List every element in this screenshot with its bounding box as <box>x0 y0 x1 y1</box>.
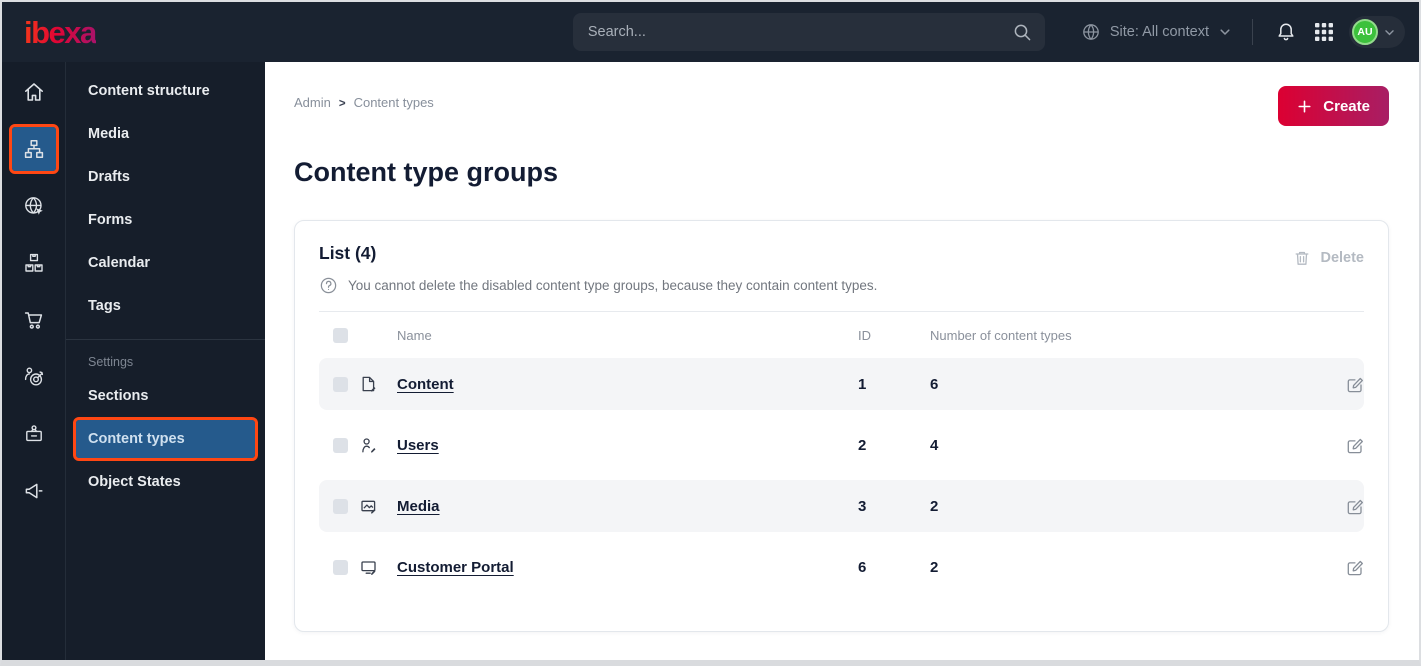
group-link[interactable]: Content <box>397 376 454 393</box>
search-icon[interactable] <box>1012 22 1032 42</box>
breadcrumb: Admin > Content types <box>294 86 434 110</box>
sidebar-item-drafts[interactable]: Drafts <box>76 158 255 196</box>
sidebar-item-content-structure[interactable]: Content structure <box>76 72 255 110</box>
row-checkbox[interactable] <box>333 559 348 575</box>
delete-button[interactable]: Delete <box>1293 249 1364 267</box>
home-icon[interactable] <box>12 70 56 114</box>
list-help-text: You cannot delete the disabled content t… <box>348 278 878 293</box>
commerce-cart-icon[interactable] <box>12 298 56 342</box>
breadcrumb-content-types: Content types <box>353 95 434 110</box>
content-type-groups-card: List (4) You cannot delete the disabled … <box>294 220 1389 632</box>
create-button[interactable]: Create <box>1278 86 1389 126</box>
group-count: 2 <box>930 497 939 515</box>
chevron-down-icon <box>1383 26 1396 39</box>
menu-divider <box>66 339 265 340</box>
column-header-name: Name <box>397 327 432 343</box>
nav-rail <box>2 62 66 660</box>
help-question-icon <box>319 276 338 295</box>
row-checkbox[interactable] <box>333 498 348 514</box>
edit-icon[interactable] <box>1345 558 1364 577</box>
breadcrumb-separator: > <box>338 98 346 110</box>
sidebar-item-content-types[interactable]: Content types <box>73 417 258 461</box>
table-row: Users 2 4 <box>319 419 1364 471</box>
sidebar-item-calendar[interactable]: Calendar <box>76 244 255 282</box>
group-id: 1 <box>858 375 867 393</box>
edit-icon[interactable] <box>1345 375 1364 394</box>
group-id: 6 <box>858 558 867 576</box>
group-id: 3 <box>858 497 867 515</box>
page-title: Content type groups <box>294 157 558 187</box>
edit-icon[interactable] <box>1345 497 1364 516</box>
row-checkbox[interactable] <box>333 437 348 453</box>
edit-icon[interactable] <box>1345 436 1364 455</box>
topbar-right: Site: All context AU <box>1081 16 1405 48</box>
group-link[interactable]: Media <box>397 498 440 515</box>
ibexa-logo[interactable]: ibexa <box>24 17 97 48</box>
sidebar-item-media[interactable]: Media <box>76 115 255 153</box>
personalization-target-icon[interactable] <box>12 355 56 399</box>
sidebar-item-forms[interactable]: Forms <box>76 201 255 239</box>
app-window: ibexa Site: All context <box>0 0 1421 666</box>
main-content: Admin > Content types Create Content type … <box>265 62 1419 660</box>
apps-grid-icon[interactable] <box>1312 20 1336 44</box>
group-count: 2 <box>930 558 939 576</box>
table-header: Name ID Number of content types <box>319 312 1364 358</box>
sidebar-item-sections[interactable]: Sections <box>76 377 255 415</box>
group-id: 2 <box>858 436 867 454</box>
site-icon[interactable] <box>12 184 56 228</box>
group-count: 4 <box>930 436 939 454</box>
table-row: Content 1 6 <box>319 358 1364 410</box>
user-menu[interactable]: AU <box>1349 16 1405 48</box>
plus-icon <box>1297 99 1312 114</box>
breadcrumb-admin[interactable]: Admin <box>294 95 331 110</box>
group-count: 6 <box>930 375 939 393</box>
table-row: Media 3 2 <box>319 480 1364 532</box>
site-context-label: Site: All context <box>1109 24 1209 40</box>
chevron-down-icon <box>1218 25 1232 39</box>
delete-button-label: Delete <box>1320 250 1364 266</box>
content-structure-icon[interactable] <box>8 124 59 174</box>
content-file-icon <box>359 375 397 394</box>
global-search[interactable] <box>572 13 1045 51</box>
select-all-checkbox[interactable] <box>333 327 348 343</box>
trash-icon <box>1293 249 1311 267</box>
customer-portal-monitor-icon <box>359 558 397 577</box>
site-globe-icon <box>1081 22 1101 42</box>
table-row: Customer Portal 6 2 <box>319 541 1364 593</box>
sidebar-item-object-states[interactable]: Object States <box>76 463 255 501</box>
create-button-label: Create <box>1323 97 1370 115</box>
group-link[interactable]: Customer Portal <box>397 559 514 576</box>
topbar-divider <box>1252 19 1253 45</box>
sidebar-menu: Content structure Media Drafts Forms Cal… <box>66 62 265 660</box>
topbar: ibexa Site: All context <box>2 2 1419 62</box>
column-header-id: ID <box>858 327 871 343</box>
users-person-icon <box>359 436 397 455</box>
row-checkbox[interactable] <box>333 376 348 392</box>
campaign-megaphone-icon[interactable] <box>12 469 56 513</box>
media-image-icon <box>359 497 397 516</box>
avatar: AU <box>1352 19 1378 45</box>
column-header-count: Number of content types <box>930 327 1072 343</box>
site-context-selector[interactable]: Site: All context <box>1081 22 1232 42</box>
settings-section-label: Settings <box>88 355 134 369</box>
group-link[interactable]: Users <box>397 437 439 454</box>
sidebar-item-tags[interactable]: Tags <box>76 287 255 325</box>
search-input[interactable] <box>587 24 1012 40</box>
admin-badge-icon[interactable] <box>12 412 56 456</box>
notifications-bell-icon[interactable] <box>1273 19 1299 45</box>
list-title: List (4) <box>319 243 377 263</box>
product-catalog-icon[interactable] <box>12 241 56 285</box>
